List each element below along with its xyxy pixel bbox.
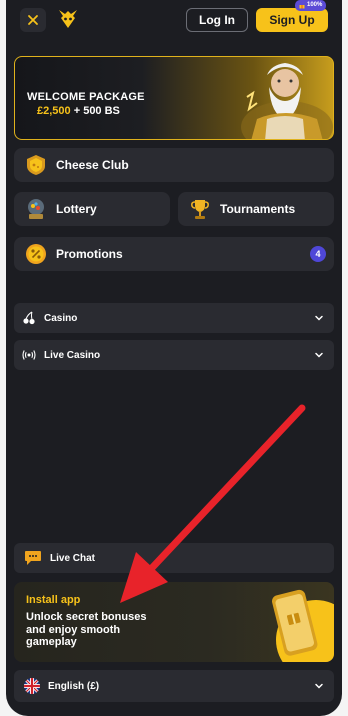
lottery-label: Lottery bbox=[56, 202, 97, 216]
percent-coin-icon bbox=[26, 244, 46, 264]
tournaments-item[interactable]: Tournaments bbox=[178, 192, 334, 226]
banner-offer: £2,500 + 500 BS bbox=[37, 105, 120, 117]
chevron-down-icon bbox=[315, 683, 323, 689]
banner-plus: + 500 BS bbox=[73, 105, 120, 117]
language-label: English (£) bbox=[48, 680, 100, 692]
menu-header: Log In Sign Up 100% bbox=[6, 0, 342, 40]
install-app-title: Install app bbox=[26, 594, 81, 606]
promotions-label: Promotions bbox=[56, 247, 123, 261]
lottery-item[interactable]: Lottery bbox=[14, 192, 170, 226]
cheese-club-item[interactable]: Cheese Club bbox=[14, 148, 334, 182]
signup-button[interactable]: Sign Up bbox=[256, 8, 328, 32]
banner-amount: £2,500 bbox=[37, 105, 71, 117]
live-broadcast-icon bbox=[22, 350, 36, 360]
casino-accordion[interactable]: Casino bbox=[14, 303, 334, 333]
install-app-description: Unlock secret bonuses and enjoy smooth g… bbox=[26, 611, 147, 648]
close-menu-button[interactable] bbox=[20, 8, 46, 32]
casino-label: Casino bbox=[44, 312, 78, 324]
close-icon bbox=[28, 15, 38, 25]
chat-bubble-icon bbox=[25, 551, 41, 565]
lottery-machine-icon bbox=[28, 199, 44, 219]
promotions-item[interactable]: Promotions 4 bbox=[14, 237, 334, 271]
brand-logo-icon[interactable] bbox=[56, 6, 80, 32]
zeus-character-image bbox=[241, 63, 333, 139]
install-app-card[interactable]: Install app Unlock secret bonuses and en… bbox=[14, 582, 334, 662]
signup-bonus-label: 100% bbox=[307, 2, 323, 8]
login-button[interactable]: Log In bbox=[186, 8, 248, 32]
uk-flag-icon bbox=[24, 678, 40, 694]
cherries-icon bbox=[23, 311, 35, 325]
signup-bonus-badge: 100% bbox=[295, 0, 327, 11]
phone-app-image bbox=[272, 589, 334, 662]
tournaments-label: Tournaments bbox=[220, 202, 296, 216]
cheese-club-label: Cheese Club bbox=[56, 158, 129, 172]
live-casino-accordion[interactable]: Live Casino bbox=[14, 340, 334, 370]
side-menu-panel: Log In Sign Up 100% WELCOME PACKAGE £2,5… bbox=[6, 0, 342, 716]
chevron-down-icon bbox=[315, 315, 323, 321]
live-chat-item[interactable]: Live Chat bbox=[14, 543, 334, 573]
chevron-down-icon bbox=[315, 352, 323, 358]
trophy-icon bbox=[191, 200, 209, 219]
cheese-club-icon bbox=[27, 155, 45, 175]
live-casino-label: Live Casino bbox=[44, 349, 101, 361]
welcome-package-banner[interactable]: WELCOME PACKAGE £2,500 + 500 BS bbox=[14, 56, 334, 140]
gift-icon bbox=[299, 4, 305, 8]
language-selector[interactable]: English (£) bbox=[14, 670, 334, 702]
promotions-count-badge: 4 bbox=[310, 246, 326, 262]
live-chat-label: Live Chat bbox=[50, 552, 96, 564]
banner-title: WELCOME PACKAGE bbox=[27, 91, 145, 103]
